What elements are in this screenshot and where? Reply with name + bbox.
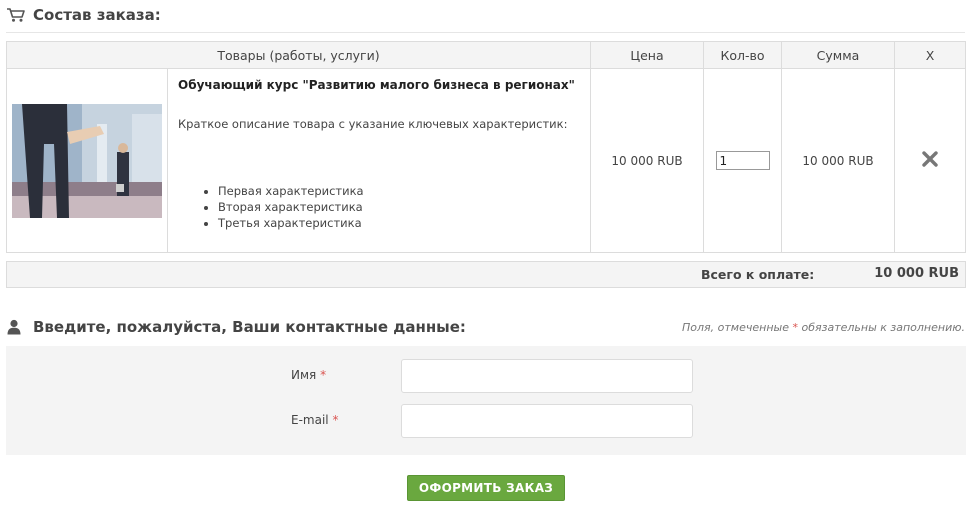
column-goods: Товары (работы, услуги) — [6, 41, 591, 69]
contact-title-text: Введите, пожалуйста, Ваши контактные дан… — [33, 318, 466, 336]
remove-cell — [894, 68, 966, 253]
name-label-text: Имя — [291, 368, 317, 382]
title-divider — [6, 32, 965, 33]
order-section-title: Состав заказа: — [6, 6, 161, 24]
quantity-input[interactable] — [715, 151, 770, 170]
column-price: Цена — [590, 41, 704, 69]
cart-header-row: Товары (работы, услуги) Цена Кол-во Сумм… — [6, 41, 966, 69]
submit-order-button[interactable]: ОФОРМИТЬ ЗАКАЗ — [407, 475, 565, 501]
cart-table: Товары (работы, услуги) Цена Кол-во Сумм… — [6, 41, 966, 253]
column-sum: Сумма — [781, 41, 895, 69]
product-price: 10 000 RUB — [590, 68, 704, 253]
product-feature-item: Вторая характеристика — [218, 199, 580, 215]
close-icon — [922, 151, 938, 167]
email-label-text: E-mail — [291, 413, 329, 427]
contact-section-title: Введите, пожалуйста, Ваши контактные дан… — [6, 318, 466, 336]
email-label: E-mail * — [291, 413, 338, 427]
product-image[interactable] — [12, 103, 162, 218]
note-prefix: Поля, отмеченные — [682, 321, 789, 334]
cart-item-row: Обучающий курс "Развитию малого бизнеса … — [6, 68, 966, 253]
column-qty: Кол-во — [703, 41, 782, 69]
product-short-description: Краткое описание товара с указание ключе… — [178, 117, 568, 131]
note-suffix: обязательны к заполнению. — [801, 321, 965, 334]
required-star: * — [320, 368, 327, 382]
name-label: Имя * — [291, 368, 326, 382]
total-label: Всего к оплате: — [701, 267, 815, 282]
product-name: Обучающий курс "Развитию малого бизнеса … — [178, 78, 575, 92]
remove-item-button[interactable] — [922, 151, 938, 167]
email-field[interactable] — [401, 404, 693, 438]
product-description-cell: Обучающий курс "Развитию малого бизнеса … — [167, 68, 591, 253]
name-field[interactable] — [401, 359, 693, 393]
product-qty-cell — [703, 68, 782, 253]
product-features: Первая характеристика Вторая характерист… — [178, 183, 580, 231]
required-fields-note: Поля, отмеченные * обязательны к заполне… — [682, 321, 965, 334]
required-star: * — [332, 413, 339, 427]
required-star: * — [792, 321, 798, 334]
cart-icon — [6, 7, 26, 23]
product-feature-item: Первая характеристика — [218, 183, 580, 199]
user-icon — [6, 319, 26, 335]
product-image-cell — [6, 68, 168, 253]
order-total-bar: Всего к оплате: 10 000 RUB — [6, 261, 966, 288]
product-sum: 10 000 RUB — [781, 68, 895, 253]
column-remove: X — [894, 41, 966, 69]
contact-form: Имя * E-mail * — [6, 346, 966, 455]
total-value: 10 000 RUB — [874, 266, 959, 281]
order-title-text: Состав заказа: — [33, 6, 161, 24]
product-feature-item: Третья характеристика — [218, 215, 580, 231]
